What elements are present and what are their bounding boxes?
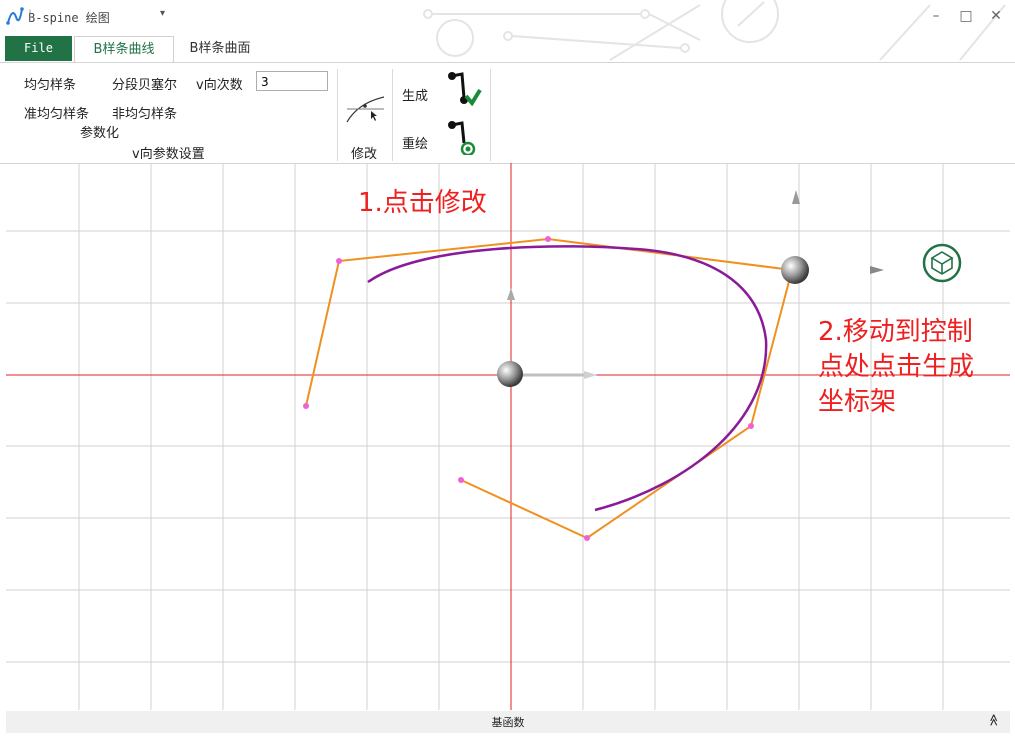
control-point[interactable] <box>303 403 309 409</box>
title-separator: | <box>28 8 33 22</box>
tab-file[interactable]: File <box>5 36 72 61</box>
v-degree-input[interactable]: 3 <box>256 71 328 91</box>
piecewise-bezier-button[interactable]: 分段贝塞尔 <box>112 74 177 93</box>
parametrization-group-label: 参数化 <box>80 126 120 141</box>
canvas-grid <box>6 163 1010 710</box>
close-button[interactable]: ✕ <box>985 6 1007 26</box>
control-point[interactable] <box>748 423 754 429</box>
minimize-button[interactable]: – <box>925 6 947 26</box>
control-point[interactable] <box>545 236 551 242</box>
tab-bspline-curve[interactable]: B样条曲线 <box>74 36 174 63</box>
non-uniform-spline-button[interactable]: 非均匀样条 <box>112 103 177 122</box>
ribbon-tabs: File B样条曲线 B样条曲面 <box>0 36 1015 63</box>
control-point-coordinate-frame[interactable] <box>781 190 884 284</box>
control-point[interactable] <box>458 477 464 483</box>
ribbon-separator <box>337 69 338 161</box>
drawing-canvas[interactable] <box>0 163 1015 710</box>
ribbon-panel: 均匀样条 分段贝塞尔 准均匀样条 非均匀样条 参数化 v向次数 3 v向参数设置… <box>0 62 1015 164</box>
window-title: B-spine 绘图 <box>28 11 110 25</box>
v-settings-group-label: v向参数设置 <box>132 147 205 162</box>
basis-function-panel-bar[interactable]: 基函数 ≫ <box>6 711 1010 733</box>
v-degree-label: v向次数 <box>196 78 243 93</box>
ribbon-separator <box>392 69 393 161</box>
view-cube-icon[interactable] <box>922 243 962 283</box>
expand-chevron-icon[interactable]: ≫ <box>987 714 1001 727</box>
annotation-step2-line2: 点处点击生成 <box>818 352 975 382</box>
tab-bspline-surface[interactable]: B样条曲面 <box>174 36 266 61</box>
modify-curve-icon[interactable] <box>344 85 388 125</box>
control-polygon <box>305 237 794 540</box>
uniform-spline-button[interactable]: 均匀样条 <box>24 74 76 93</box>
title-bar: B-spine 绘图 | ▾ – □ ✕ <box>0 0 1015 61</box>
maximize-button[interactable]: □ <box>955 6 977 26</box>
redraw-label: 重绘 <box>402 137 429 152</box>
quick-access-dropdown[interactable]: ▾ <box>160 8 165 19</box>
ribbon-separator <box>490 69 491 161</box>
control-point[interactable] <box>336 258 342 264</box>
generate-label: 生成 <box>402 89 429 104</box>
modify-button[interactable]: 修改 <box>351 143 377 162</box>
annotation-step2-line1: 2.移动到控制 <box>818 317 973 347</box>
redraw-icon[interactable] <box>446 119 482 155</box>
bspline-curve <box>367 245 768 512</box>
basis-function-label: 基函数 <box>491 716 525 729</box>
control-point[interactable] <box>584 535 590 541</box>
app-logo-icon <box>6 7 24 25</box>
quasi-uniform-spline-button[interactable]: 准均匀样条 <box>24 103 89 122</box>
annotation-step2-line3: 坐标架 <box>818 387 897 417</box>
generate-frame-icon[interactable] <box>446 70 482 106</box>
annotation-step1: 1.点击修改 <box>358 188 487 218</box>
